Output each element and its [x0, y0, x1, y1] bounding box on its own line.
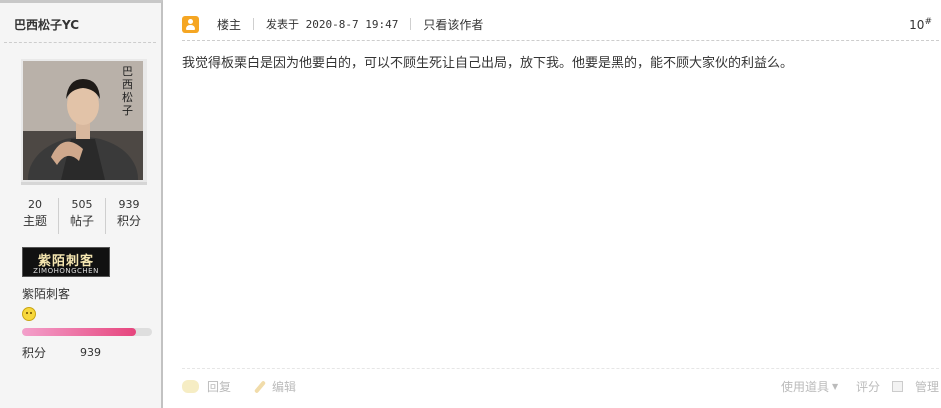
stat-value: 20: [28, 198, 42, 211]
reply-button[interactable]: 回复: [182, 378, 231, 395]
floor-value: 10: [909, 18, 925, 32]
edit-label: 编辑: [272, 380, 297, 394]
stat-label: 积分: [116, 214, 141, 228]
stat-label: 主题: [22, 214, 47, 228]
user-group[interactable]: 紫陌刺客: [22, 285, 70, 302]
medal-badge[interactable]: 紫陌刺客 ZIMOHONGCHEN: [22, 247, 110, 277]
post-timestamp: 发表于 2020-8-7 19:47: [266, 18, 399, 31]
manage-control[interactable]: 管理: [892, 378, 939, 395]
thread-starter-icon: [182, 15, 199, 33]
credit-label: 积分: [22, 346, 47, 360]
stat-credits[interactable]: 939 积分: [106, 198, 152, 234]
user-profile-sidebar: 巴西松子YC 巴西松子 20 主题 505 帖子 939 积分 紫陌刺客 ZIM…: [0, 0, 163, 408]
level-progress-bar: [22, 328, 152, 336]
chevron-down-icon: ▼: [832, 382, 839, 391]
rate-button[interactable]: 评分: [856, 378, 880, 395]
manage-label: 管理: [915, 380, 940, 394]
tools-label: 使用道具: [781, 380, 830, 394]
sidebar-divider: [4, 42, 156, 43]
role-label: 楼主: [217, 17, 242, 32]
floor-number[interactable]: 10#: [909, 17, 932, 32]
post-header: 楼主 发表于 2020-8-7 19:47 只看该作者: [182, 13, 483, 35]
level-progress-fill: [22, 328, 137, 336]
post-actions: 回复 编辑 使用道具 ▼ 评分 管理: [182, 378, 941, 396]
header-divider: [253, 18, 255, 30]
username-link[interactable]: 巴西松子YC: [14, 16, 79, 33]
medal-subtitle: ZIMOHONGCHEN: [33, 267, 99, 275]
smiley-icon: [22, 307, 36, 321]
floor-suffix: #: [924, 17, 932, 27]
post-content: 我觉得板栗白是因为他要白的，可以不顾生死让自己出局，放下我。他要是黑的，能不顾大…: [182, 56, 794, 71]
reply-label: 回复: [207, 380, 232, 394]
header-divider: [410, 18, 412, 30]
stat-value: 505: [71, 198, 93, 211]
stat-posts[interactable]: 505 帖子: [59, 198, 106, 234]
avatar-frame: 巴西松子: [21, 59, 147, 185]
only-author-link[interactable]: 只看该作者: [423, 16, 483, 33]
rate-label: 评分: [856, 380, 881, 394]
avatar-caption: 巴西松子: [122, 65, 133, 117]
user-stats: 20 主题 505 帖子 939 积分: [12, 198, 152, 234]
pencil-icon: [252, 380, 266, 394]
reply-icon: [182, 380, 199, 393]
edit-button[interactable]: 编辑: [252, 378, 296, 395]
footer-divider: [182, 368, 939, 369]
manage-checkbox[interactable]: [892, 381, 903, 392]
stat-label: 帖子: [69, 214, 94, 228]
credit-value: 939: [80, 346, 101, 359]
use-tools-button[interactable]: 使用道具 ▼: [781, 378, 838, 395]
post-divider: [182, 40, 939, 41]
avatar[interactable]: 巴西松子: [23, 61, 143, 180]
stat-threads[interactable]: 20 主题: [12, 198, 59, 234]
stat-value: 939: [118, 198, 140, 211]
